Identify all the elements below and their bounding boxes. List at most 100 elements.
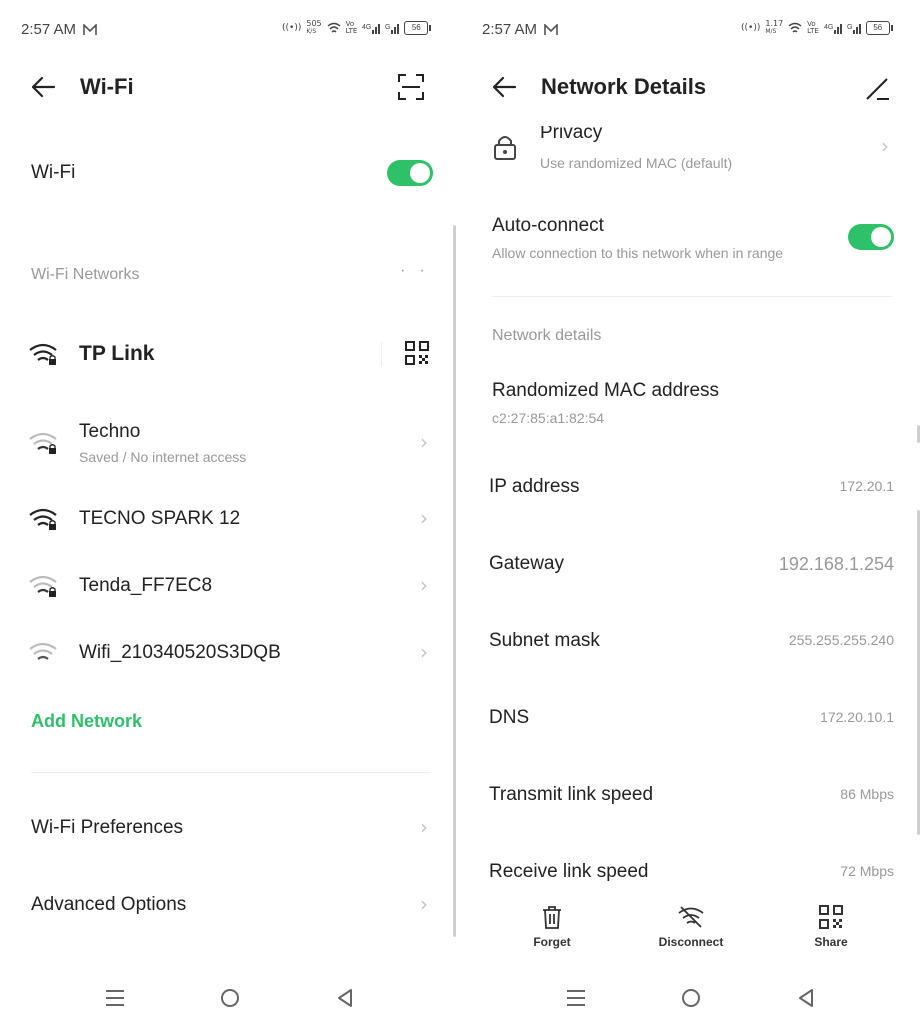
networks-header: Wi-Fi Networks — [31, 266, 140, 283]
header-fade — [461, 110, 922, 126]
hotspot-icon: ((•)) — [741, 23, 761, 33]
back-icon[interactable] — [336, 988, 354, 1008]
mail-icon — [544, 24, 558, 35]
home-icon[interactable] — [681, 988, 701, 1008]
detail-label: Transmit link speed — [489, 784, 654, 805]
detail-label: Gateway — [489, 553, 564, 574]
add-network-button[interactable]: Add Network — [31, 711, 142, 732]
back-icon[interactable] — [797, 988, 815, 1008]
mac-title: Randomized MAC address — [492, 380, 720, 401]
wifi-off-icon — [678, 906, 704, 928]
net-speed-value: 505 — [306, 19, 322, 28]
wifi-preferences-item[interactable]: Wi-Fi Preferences › — [0, 805, 455, 851]
status-time: 2:57 AM — [482, 21, 538, 38]
detail-value: 72 Mbps — [840, 863, 894, 879]
details-header: Network details — [492, 327, 602, 344]
detail-value: 172.20.10.1 — [820, 709, 894, 725]
status-icons: ((•)) 505 K/S Vo LTE 4G G 56 — [282, 19, 432, 36]
toggle-knob — [871, 227, 891, 247]
wifi-weak-lock-icon — [29, 575, 57, 597]
divider — [31, 772, 431, 773]
signal-icon: 4G — [824, 24, 842, 34]
share-label: Share — [814, 935, 848, 949]
auto-connect-title: Auto-connect — [492, 215, 604, 236]
network-name: Tenda_FF7EC8 — [79, 575, 213, 596]
trash-icon — [543, 906, 561, 929]
wifi-status-icon — [788, 22, 802, 33]
network-name: Techno — [79, 421, 141, 442]
wifi-icon — [29, 343, 57, 365]
menu-icon[interactable] — [105, 989, 125, 1007]
svg-text:G: G — [385, 24, 390, 31]
detail-row-gateway: Gateway 192.168.1.254 — [461, 549, 922, 579]
net-speed-unit: M/S — [765, 28, 777, 35]
net-speed-unit: K/S — [306, 28, 317, 35]
scroll-thumb[interactable] — [917, 425, 920, 443]
auto-connect-sub: Allow connection to this network when in… — [492, 245, 784, 261]
qr-code-icon — [819, 905, 843, 929]
detail-row-rx: Receive link speed 72 Mbps — [461, 857, 922, 887]
menu-icon[interactable] — [566, 989, 586, 1007]
detail-value: 172.20.1 — [839, 478, 895, 494]
wifi-status-icon — [327, 22, 341, 33]
signal-2-icon: G — [847, 24, 861, 34]
chevron-right-icon: › — [420, 892, 428, 916]
back-arrow-icon[interactable] — [491, 75, 517, 99]
chevron-right-icon: › — [420, 430, 428, 454]
wifi-preferences-label: Wi-Fi Preferences — [31, 817, 184, 838]
lock-icon — [494, 136, 516, 160]
volte-icon: Vo LTE — [807, 20, 819, 35]
signal-icon: 4G — [362, 24, 381, 34]
network-details-screen: 2:57 AM ((•)) 1.17 M/S Vo LTE 4G G 56 Net… — [461, 0, 922, 1024]
detail-label: Receive link speed — [489, 861, 649, 882]
qr-code-icon[interactable] — [405, 341, 429, 365]
scan-icon[interactable] — [398, 74, 424, 100]
chevron-right-icon: › — [420, 640, 428, 664]
advanced-options-item[interactable]: Advanced Options › — [0, 882, 455, 928]
action-bar: Forget Disconnect Share — [461, 893, 922, 963]
connected-network-name[interactable]: TP Link — [79, 342, 154, 366]
battery-icon: 56 — [865, 21, 893, 35]
auto-connect-toggle[interactable] — [848, 224, 894, 250]
hotspot-icon: ((•)) — [282, 23, 302, 33]
scrollbar[interactable] — [917, 510, 920, 835]
wifi-toggle[interactable] — [387, 160, 433, 186]
list-item[interactable]: Tenda_FF7EC8 › — [0, 565, 455, 609]
wifi-toggle-label: Wi-Fi — [31, 162, 76, 183]
chevron-right-icon: › — [881, 134, 889, 158]
detail-label: IP address — [489, 476, 580, 497]
list-item[interactable]: TECNO SPARK 12 › — [0, 498, 455, 542]
wifi-weak-icon — [29, 642, 57, 660]
more-options-icon[interactable]: ·· — [400, 262, 439, 280]
disconnect-label: Disconnect — [658, 935, 724, 949]
back-arrow-icon[interactable] — [30, 75, 56, 99]
network-name: Wifi_210340520S3DQB — [79, 642, 281, 663]
detail-row-tx: Transmit link speed 86 Mbps — [461, 780, 922, 810]
chevron-right-icon: › — [420, 573, 428, 597]
list-item[interactable]: Wifi_210340520S3DQB › — [0, 632, 455, 676]
network-name: TECNO SPARK 12 — [79, 508, 241, 529]
chevron-right-icon: › — [420, 506, 428, 530]
list-item[interactable]: Techno Saved / No internet access › — [0, 410, 455, 474]
page-title: Wi-Fi — [80, 74, 134, 99]
edit-icon[interactable] — [865, 75, 891, 101]
mail-icon — [83, 24, 97, 35]
page-title: Network Details — [541, 74, 707, 99]
battery-icon: 56 — [404, 21, 432, 35]
detail-value: 86 Mbps — [840, 786, 894, 802]
network-status: Saved / No internet access — [79, 449, 247, 465]
wifi-weak-lock-icon — [29, 432, 57, 454]
detail-row-subnet: Subnet mask 255.255.255.240 — [461, 626, 922, 656]
mac-value: c2:27:85:a1:82:54 — [492, 410, 605, 426]
wifi-lock-icon — [29, 508, 57, 530]
toggle-knob — [410, 163, 430, 183]
status-icons: ((•)) 1.17 M/S Vo LTE 4G G 56 — [741, 20, 893, 36]
scrollbar[interactable] — [453, 225, 456, 937]
detail-label: DNS — [489, 707, 530, 728]
net-speed: 1.17 M/S — [765, 20, 783, 36]
volte-icon: Vo LTE — [345, 20, 358, 35]
separator — [381, 342, 382, 366]
home-icon[interactable] — [220, 988, 240, 1008]
forget-label: Forget — [533, 935, 571, 949]
advanced-options-label: Advanced Options — [31, 894, 187, 915]
